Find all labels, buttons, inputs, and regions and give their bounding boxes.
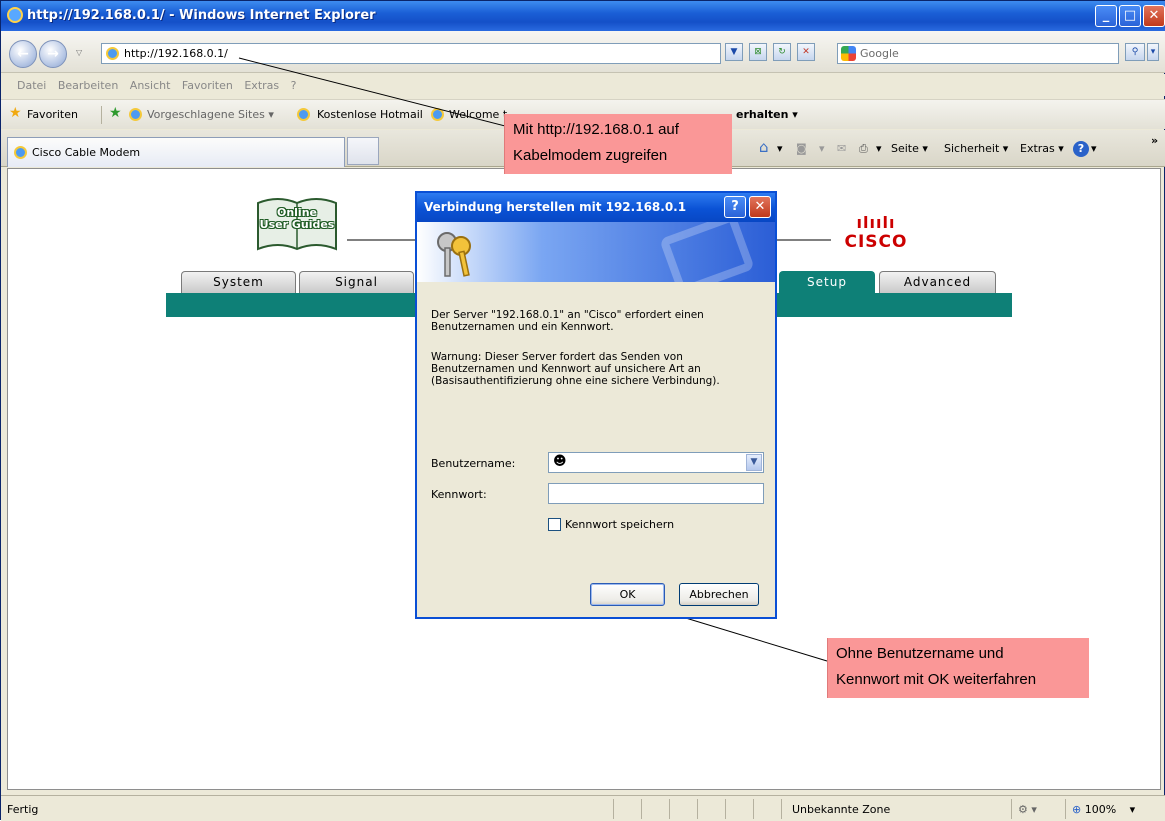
callout-access-modem: Mit http://192.168.0.1 auf Kabelmodem zu…: [504, 114, 732, 174]
user-icon: ☻: [553, 454, 567, 469]
status-cell-2: [641, 799, 669, 819]
dialog-close-button[interactable]: ✕: [749, 196, 771, 218]
save-password-label[interactable]: Kennwort speichern: [565, 518, 674, 531]
zoom-control[interactable]: ⊕ 100% ▾: [1065, 799, 1161, 819]
status-bar: Fertig Unbekannte Zone ⚙ ▾ ⊕ 100% ▾: [1, 795, 1165, 821]
login-dialog: Verbindung herstellen mit 192.168.0.1 ? …: [415, 191, 777, 619]
status-cell-5: [725, 799, 753, 819]
dialog-warning: Warnung: Dieser Server fordert das Sende…: [431, 351, 720, 387]
status-cell-4: [697, 799, 725, 819]
zoom-level: 100%: [1084, 803, 1117, 816]
username-dropdown-icon[interactable]: ▼: [746, 454, 762, 471]
status-text: Fertig: [7, 803, 39, 816]
dialog-banner: [417, 222, 775, 282]
status-cell-6: [753, 799, 781, 819]
save-password-checkbox[interactable]: [548, 518, 561, 531]
username-label: Benutzername:: [431, 457, 516, 470]
password-label: Kennwort:: [431, 488, 487, 501]
password-field[interactable]: [548, 483, 764, 504]
banner-watermark-icon: [659, 222, 755, 282]
callout-ok-without-credentials: Ohne Benutzername und Kennwort mit OK we…: [827, 638, 1089, 698]
status-cell-3: [669, 799, 697, 819]
security-zone: Unbekannte Zone: [781, 799, 991, 819]
protected-mode-icon[interactable]: ⚙ ▾: [1011, 799, 1065, 819]
dialog-title: Verbindung herstellen mit 192.168.0.1: [417, 193, 775, 222]
dialog-message: Der Server "192.168.0.1" an "Cisco" erfo…: [431, 309, 704, 333]
zoom-icon: ⊕: [1072, 803, 1082, 816]
keys-icon: [437, 232, 471, 277]
status-cell-1: [613, 799, 641, 819]
dialog-help-button[interactable]: ?: [724, 196, 746, 218]
ok-button[interactable]: OK: [590, 583, 665, 606]
cancel-button[interactable]: Abbrechen: [679, 583, 759, 606]
zoom-dropdown-icon: ▾: [1129, 803, 1136, 816]
browser-window: http://192.168.0.1/ - Windows Internet E…: [0, 0, 1165, 821]
username-combo[interactable]: ☻ ▼: [548, 452, 764, 473]
